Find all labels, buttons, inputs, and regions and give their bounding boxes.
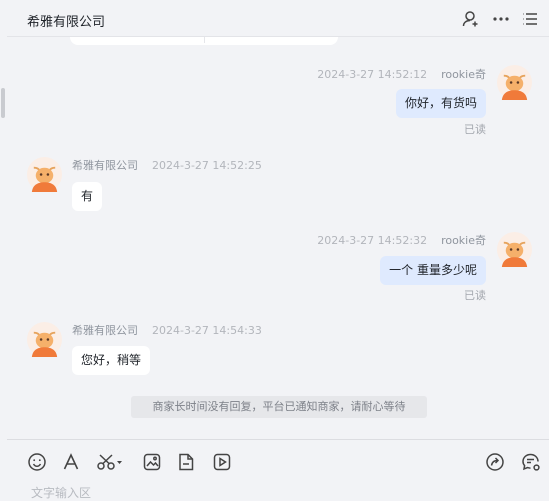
- emoji-icon[interactable]: [27, 452, 47, 472]
- message-bubble[interactable]: 有: [72, 182, 103, 211]
- share-icon[interactable]: [485, 452, 505, 472]
- read-status: 已读: [464, 123, 486, 136]
- scrollbar-thumb[interactable]: [1, 88, 5, 118]
- person-icon[interactable]: [461, 9, 481, 29]
- list-menu-icon[interactable]: [520, 9, 540, 29]
- system-notice: 商家长时间没有回复，平台已通知商家，请耐心等待: [131, 396, 427, 418]
- font-icon[interactable]: [61, 452, 81, 472]
- scissors-icon[interactable]: [96, 452, 126, 472]
- message-input[interactable]: 文字输入区: [31, 484, 91, 501]
- sender-name: 希雅有限公司: [72, 324, 138, 337]
- sender-name: rookie奇: [441, 234, 486, 247]
- message-bubble[interactable]: 您好，稍等: [72, 346, 151, 375]
- my-avatar[interactable]: [497, 232, 532, 267]
- read-status: 已读: [464, 289, 486, 302]
- message-meta: 2024-3-27 14:52:32 rookie奇: [317, 232, 486, 248]
- chat-header: 希雅有限公司: [7, 0, 549, 37]
- my-avatar[interactable]: [497, 65, 532, 100]
- message-time: 2024-3-27 14:54:33: [152, 324, 262, 337]
- image-icon[interactable]: [142, 452, 162, 472]
- merchant-avatar[interactable]: [27, 157, 62, 192]
- merchant-avatar[interactable]: [27, 322, 62, 357]
- sender-name: rookie奇: [441, 68, 486, 81]
- chat-settings-icon[interactable]: [521, 452, 541, 472]
- message-time: 2024-3-27 14:52:12: [317, 68, 428, 81]
- more-dots-icon[interactable]: [491, 9, 511, 29]
- message-time: 2024-3-27 14:52:25: [152, 159, 262, 172]
- message-bubble[interactable]: 一个 重量多少呢: [380, 256, 486, 285]
- chat-title: 希雅有限公司: [27, 15, 106, 30]
- scrollbar[interactable]: [0, 0, 7, 494]
- message-meta: 希雅有限公司 2024-3-27 14:52:25: [72, 157, 262, 173]
- input-toolbar: [7, 439, 549, 481]
- video-icon[interactable]: [212, 452, 232, 472]
- file-icon[interactable]: [176, 452, 196, 472]
- message-bubble[interactable]: 你好，有货吗: [395, 89, 486, 118]
- previous-card-bottom: [70, 37, 338, 45]
- message-meta: 2024-3-27 14:52:12 rookie奇: [317, 66, 486, 82]
- sender-name: 希雅有限公司: [72, 159, 138, 172]
- message-time: 2024-3-27 14:52:32: [317, 234, 428, 247]
- message-meta: 希雅有限公司 2024-3-27 14:54:33: [72, 322, 262, 338]
